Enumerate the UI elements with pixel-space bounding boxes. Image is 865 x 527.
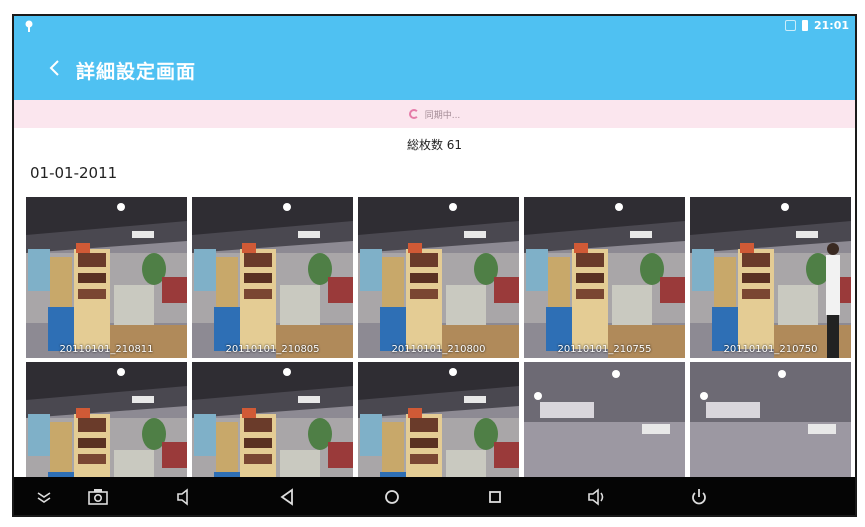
photo-thumbnail[interactable]: 20110101_210750 <box>690 197 851 358</box>
power-icon <box>692 489 706 505</box>
back-nav-button[interactable] <box>276 486 300 508</box>
clock: 21:01 <box>813 19 849 32</box>
photo-image <box>192 197 353 358</box>
photo-caption: 20110101_210800 <box>391 344 486 355</box>
volume-up-icon <box>588 488 604 506</box>
photo-image <box>690 362 851 495</box>
navigation-bar <box>14 477 855 515</box>
photo-caption: 20110101_210811 <box>59 344 154 355</box>
photo-thumbnail[interactable] <box>26 362 187 495</box>
battery-icon <box>801 20 808 31</box>
photo-grid: 20110101_210811 20110101_210805 20110101… <box>26 197 855 495</box>
sync-status-text: 同期中... <box>424 110 461 121</box>
loading-spinner-icon <box>408 109 419 119</box>
device-screen: 21:01 詳細設定画面 同期中... 総枚数 61 01-01-2011 20… <box>12 14 857 517</box>
photo-caption: 20110101_210755 <box>557 344 652 355</box>
photo-thumbnail[interactable] <box>358 362 519 495</box>
screenshot-icon <box>88 489 108 505</box>
chevron-left-icon <box>49 60 59 76</box>
photo-thumbnail[interactable]: 20110101_210755 <box>524 197 685 358</box>
recents-button[interactable] <box>483 486 507 508</box>
photo-image <box>524 362 685 495</box>
photo-thumbnail[interactable] <box>192 362 353 495</box>
status-bar: 21:01 <box>14 16 855 38</box>
volume-up-button[interactable] <box>585 486 609 508</box>
home-button[interactable] <box>380 486 404 508</box>
photo-image <box>358 362 519 495</box>
photo-thumbnail[interactable] <box>524 362 685 495</box>
location-pin-icon <box>25 20 33 32</box>
home-icon <box>385 490 399 504</box>
photo-image <box>26 362 187 495</box>
photo-caption: 20110101_210750 <box>723 344 818 355</box>
page-title: 詳細設定画面 <box>76 61 197 83</box>
photo-thumbnail[interactable]: 20110101_210811 <box>26 197 187 358</box>
power-button[interactable] <box>687 486 711 508</box>
back-button[interactable] <box>40 54 68 82</box>
back-icon <box>280 488 293 506</box>
photo-image <box>690 197 851 358</box>
photo-thumbnail[interactable] <box>690 362 851 495</box>
photo-image <box>524 197 685 358</box>
collapse-button[interactable] <box>32 486 56 508</box>
total-count: 総枚数 61 <box>406 138 463 152</box>
no-sim-icon <box>784 20 796 31</box>
app-bar: 詳細設定画面 <box>14 38 855 100</box>
volume-down-icon <box>177 488 188 506</box>
section-date: 01-01-2011 <box>30 164 118 182</box>
volume-down-button[interactable] <box>172 486 196 508</box>
photo-thumbnail[interactable]: 20110101_210805 <box>192 197 353 358</box>
photo-image <box>192 362 353 495</box>
photo-caption: 20110101_210805 <box>225 344 320 355</box>
photo-image <box>26 197 187 358</box>
photo-thumbnail[interactable]: 20110101_210800 <box>358 197 519 358</box>
photo-image <box>358 197 519 358</box>
screenshot-button[interactable] <box>86 486 110 508</box>
recents-icon <box>489 491 501 503</box>
sync-status-bar: 同期中... <box>14 100 855 128</box>
collapse-icon <box>37 492 51 503</box>
